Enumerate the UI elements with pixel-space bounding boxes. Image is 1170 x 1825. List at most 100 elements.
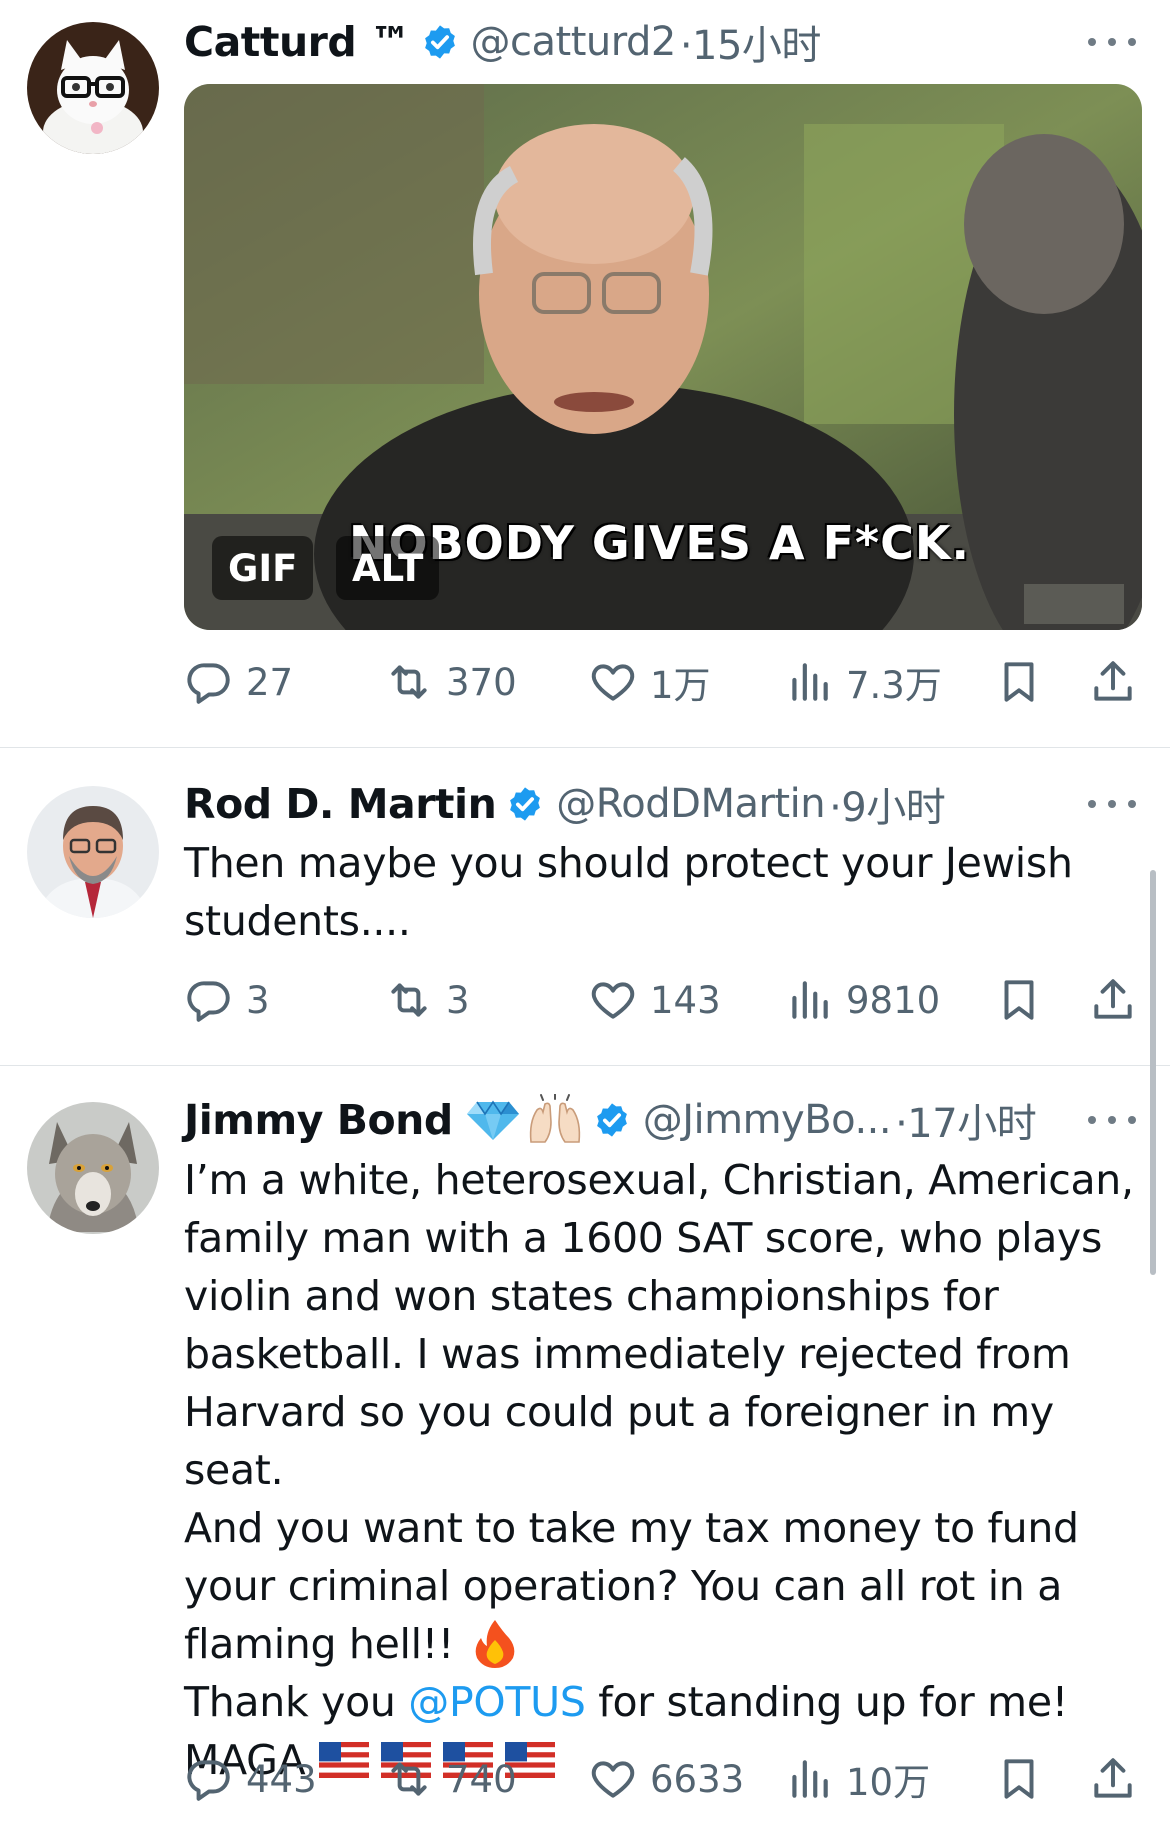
share-icon [1094,1758,1132,1798]
tweet-text-line: Harvard so you could put a foreigner in … [184,1388,1054,1494]
tweet-text-line: And you want to take my tax money to fun… [184,1504,1079,1552]
bookmark-button[interactable] [994,970,1044,1030]
views-chart-icon [792,1760,828,1798]
tweet-text-thanks-line: Thank you @POTUS for standing up for me! [184,1673,1144,1731]
reply-icon [187,1760,230,1801]
reply-button[interactable]: 443 [184,1749,317,1809]
more-options-icon[interactable] [1088,32,1136,52]
bookmark-icon [1004,1759,1034,1799]
scrollbar[interactable] [1150,870,1156,1275]
tweet-text: Then maybe you should protect your Jewis… [184,834,1144,950]
tweet-text-line: violin and won states championships for [184,1272,999,1320]
share-icon [1094,661,1132,701]
gem-stone-emoji [466,1100,519,1140]
like-count: 143 [650,978,721,1022]
tweet-rod-martin[interactable]: Rod D. Martin @RodDMartin ·9小时 Then mayb… [0,748,1170,1065]
share-button[interactable] [1088,652,1138,712]
tweet-jimmy-bond[interactable]: Jimmy Bond @JimmyBo... ·17小时 I’m a white… [0,1066,1170,1825]
gif-badge: GIF [212,536,314,600]
tweet-text: I’m a white, heterosexual, Christian, Am… [184,1151,1144,1789]
like-button[interactable]: 1万 [588,652,711,712]
handle[interactable]: @RodDMartin [556,781,825,827]
heart-icon [591,664,635,701]
reply-count: 3 [246,978,270,1022]
avatar-catturd[interactable] [27,22,159,154]
views-button[interactable]: 10万 [784,1749,930,1809]
like-button[interactable]: 6633 [588,1749,744,1809]
display-name[interactable]: Catturd ™ [184,18,411,66]
bookmark-icon [1004,980,1034,1020]
retweet-button[interactable]: 740 [384,1749,517,1809]
thanks-prefix: Thank you [184,1678,409,1726]
tweet-header: Jimmy Bond @JimmyBo... ·17小时 [184,1091,1037,1149]
avatar-jimmy-bond[interactable] [27,1102,159,1234]
retweet-icon [391,983,427,1017]
verified-badge-icon[interactable] [506,785,544,823]
thanks-suffix: for standing up for me! [585,1678,1068,1726]
bookmark-button[interactable] [994,1749,1044,1809]
views-button[interactable]: 7.3万 [784,652,942,712]
tweet-actions: 443 740 6633 10万 [184,1749,1146,1809]
timestamp[interactable]: ·17小时 [895,1091,1037,1149]
alt-text-button[interactable]: ALT [336,536,440,600]
tweet-text-line: students.... [184,897,411,945]
retweet-icon [391,1762,427,1796]
reply-button[interactable]: 27 [184,652,293,712]
display-name[interactable]: Rod D. Martin [184,780,497,828]
bookmark-icon [1004,662,1034,702]
bookmark-button[interactable] [994,652,1044,712]
tweet-actions: 27 370 1万 7.3万 [184,652,1146,712]
gif-caption: NOBODY GIVES A F*CK. [349,516,970,570]
like-count: 1万 [650,664,711,707]
verified-badge-icon[interactable] [593,1101,631,1139]
tweet-media-gif[interactable]: NOBODY GIVES A F*CK. GIF ALT [184,84,1142,630]
heart-icon [591,982,635,1019]
retweet-count: 370 [446,660,517,704]
views-chart-icon [792,663,828,701]
reply-count: 443 [246,1757,317,1801]
fire-emoji [475,1620,515,1668]
views-count: 7.3万 [846,664,942,707]
raising-hands-emoji [529,1094,580,1143]
retweet-icon [391,665,427,699]
verified-badge-icon[interactable] [421,23,459,61]
reply-button[interactable]: 3 [184,970,270,1030]
tweet-text-line: your criminal operation? You can all rot… [184,1562,1063,1610]
reply-count: 27 [246,660,294,704]
avatar-rod-martin[interactable] [27,786,159,918]
tweet-header: Catturd ™ @catturd2 ·15小时 [184,13,822,71]
tweet-text-line: basketball. I was immediately rejected f… [184,1330,1071,1378]
reply-icon [187,981,230,1022]
tweet-text-line: flaming hell!! [184,1620,454,1668]
more-options-icon[interactable] [1088,794,1136,814]
handle[interactable]: @JimmyBo... [643,1097,892,1143]
retweet-button[interactable]: 3 [384,970,470,1030]
reply-icon [187,663,230,704]
views-count: 9810 [846,978,941,1022]
tweet-header: Rod D. Martin @RodDMartin ·9小时 [184,775,946,833]
timestamp[interactable]: ·15小时 [680,13,822,71]
views-count: 10万 [846,1761,931,1804]
more-options-icon[interactable] [1088,1110,1136,1130]
retweet-count: 3 [446,978,470,1022]
handle[interactable]: @catturd2 [471,19,677,65]
retweet-button[interactable]: 370 [384,652,517,712]
timestamp[interactable]: ·9小时 [829,775,946,833]
like-count: 6633 [650,1757,745,1801]
views-chart-icon [792,981,828,1019]
tweet-actions: 3 3 143 9810 [184,970,1146,1030]
share-button[interactable] [1088,970,1138,1030]
display-name[interactable]: Jimmy Bond [184,1096,453,1144]
mention-potus-link[interactable]: @POTUS [408,1678,586,1726]
views-button[interactable]: 9810 [784,970,940,1030]
tweet-text-line: Then maybe you should protect your Jewis… [184,839,1073,887]
heart-icon [591,1761,635,1798]
retweet-count: 740 [446,1757,517,1801]
tweet-text-line-fire: flaming hell!! [184,1615,1144,1673]
share-icon [1094,979,1132,1019]
tweet-catturd[interactable]: Catturd ™ @catturd2 ·15小时 NOBODY GIVES A… [0,0,1170,748]
tweet-text-line: family man with a 1600 SAT score, who pl… [184,1214,1103,1262]
share-button[interactable] [1088,1749,1138,1809]
like-button[interactable]: 143 [588,970,721,1030]
tweet-text-line: I’m a white, heterosexual, Christian, Am… [184,1156,1134,1204]
